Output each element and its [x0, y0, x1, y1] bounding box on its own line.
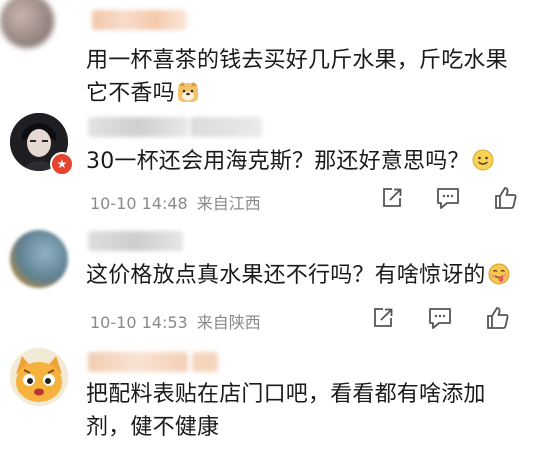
comment-text: 这价格放点真水果还不行吗？有啥惊讶的 — [86, 259, 536, 292]
username-blurred — [192, 352, 218, 372]
slight-smile-emoji — [472, 149, 494, 171]
comment-text-fragment: 30一杯还会用海克斯？那还好意思吗？ — [86, 149, 470, 174]
comment-icon[interactable] — [435, 185, 461, 211]
comment-item: 用一杯喜茶的钱去买好几斤水果，斤吃水果 它不香吗 — [0, 0, 546, 106]
comment-text-line: 把配料表贴在店门口吧，看看都有啥添加 — [86, 382, 486, 407]
comment-text: 用一杯喜茶的钱去买好几斤水果，斤吃水果 它不香吗 — [86, 44, 536, 110]
username-blurred[interactable] — [88, 117, 188, 137]
comment-icon[interactable] — [427, 305, 453, 331]
timestamp: 10-10 14:48 — [90, 194, 188, 213]
share-icon[interactable] — [379, 185, 405, 211]
comment-text: 把配料表贴在店门口吧，看看都有啥添加 剂，健不健康 — [86, 378, 536, 444]
location: 来自江西 — [196, 194, 261, 213]
dog-face-emoji — [177, 82, 198, 102]
avatar[interactable] — [10, 348, 68, 406]
avatar[interactable] — [0, 0, 54, 48]
tongue-face-emoji — [488, 263, 510, 285]
username-blurred[interactable] — [88, 231, 183, 251]
avatar[interactable] — [10, 230, 68, 288]
comment-text: 30一杯还会用海克斯？那还好意思吗？ — [86, 145, 536, 178]
comment-item: 这价格放点真水果还不行吗？有啥惊讶的 10-10 14:53 来自陕西 — [0, 225, 546, 340]
location: 来自陕西 — [196, 313, 261, 332]
badge-icon: ★ — [50, 152, 74, 176]
share-icon[interactable] — [370, 305, 396, 331]
like-icon[interactable] — [493, 185, 519, 211]
username-blurred — [190, 117, 262, 137]
comment-text-line: 用一杯喜茶的钱去买好几斤水果，斤吃水果 — [86, 48, 508, 73]
comment-item: 把配料表贴在店门口吧，看看都有啥添加 剂，健不健康 — [0, 340, 546, 453]
comment-text-fragment: 它不香吗 — [86, 81, 175, 106]
comment-text-line: 剂，健不健康 — [86, 415, 220, 440]
comment-item: ★ 30一杯还会用海克斯？那还好意思吗？ 10-10 14:48 来自江西 — [0, 105, 546, 225]
comment-text-fragment: 这价格放点真水果还不行吗？有啥惊讶的 — [86, 263, 486, 288]
comment-meta: 10-10 14:53 来自陕西 — [90, 309, 261, 333]
username-blurred[interactable] — [88, 352, 188, 372]
comment-meta: 10-10 14:48 来自江西 — [90, 190, 261, 214]
username-blurred[interactable] — [92, 10, 187, 30]
cartoon-cat-avatar — [10, 348, 68, 406]
timestamp: 10-10 14:53 — [90, 313, 188, 332]
like-icon[interactable] — [485, 305, 511, 331]
